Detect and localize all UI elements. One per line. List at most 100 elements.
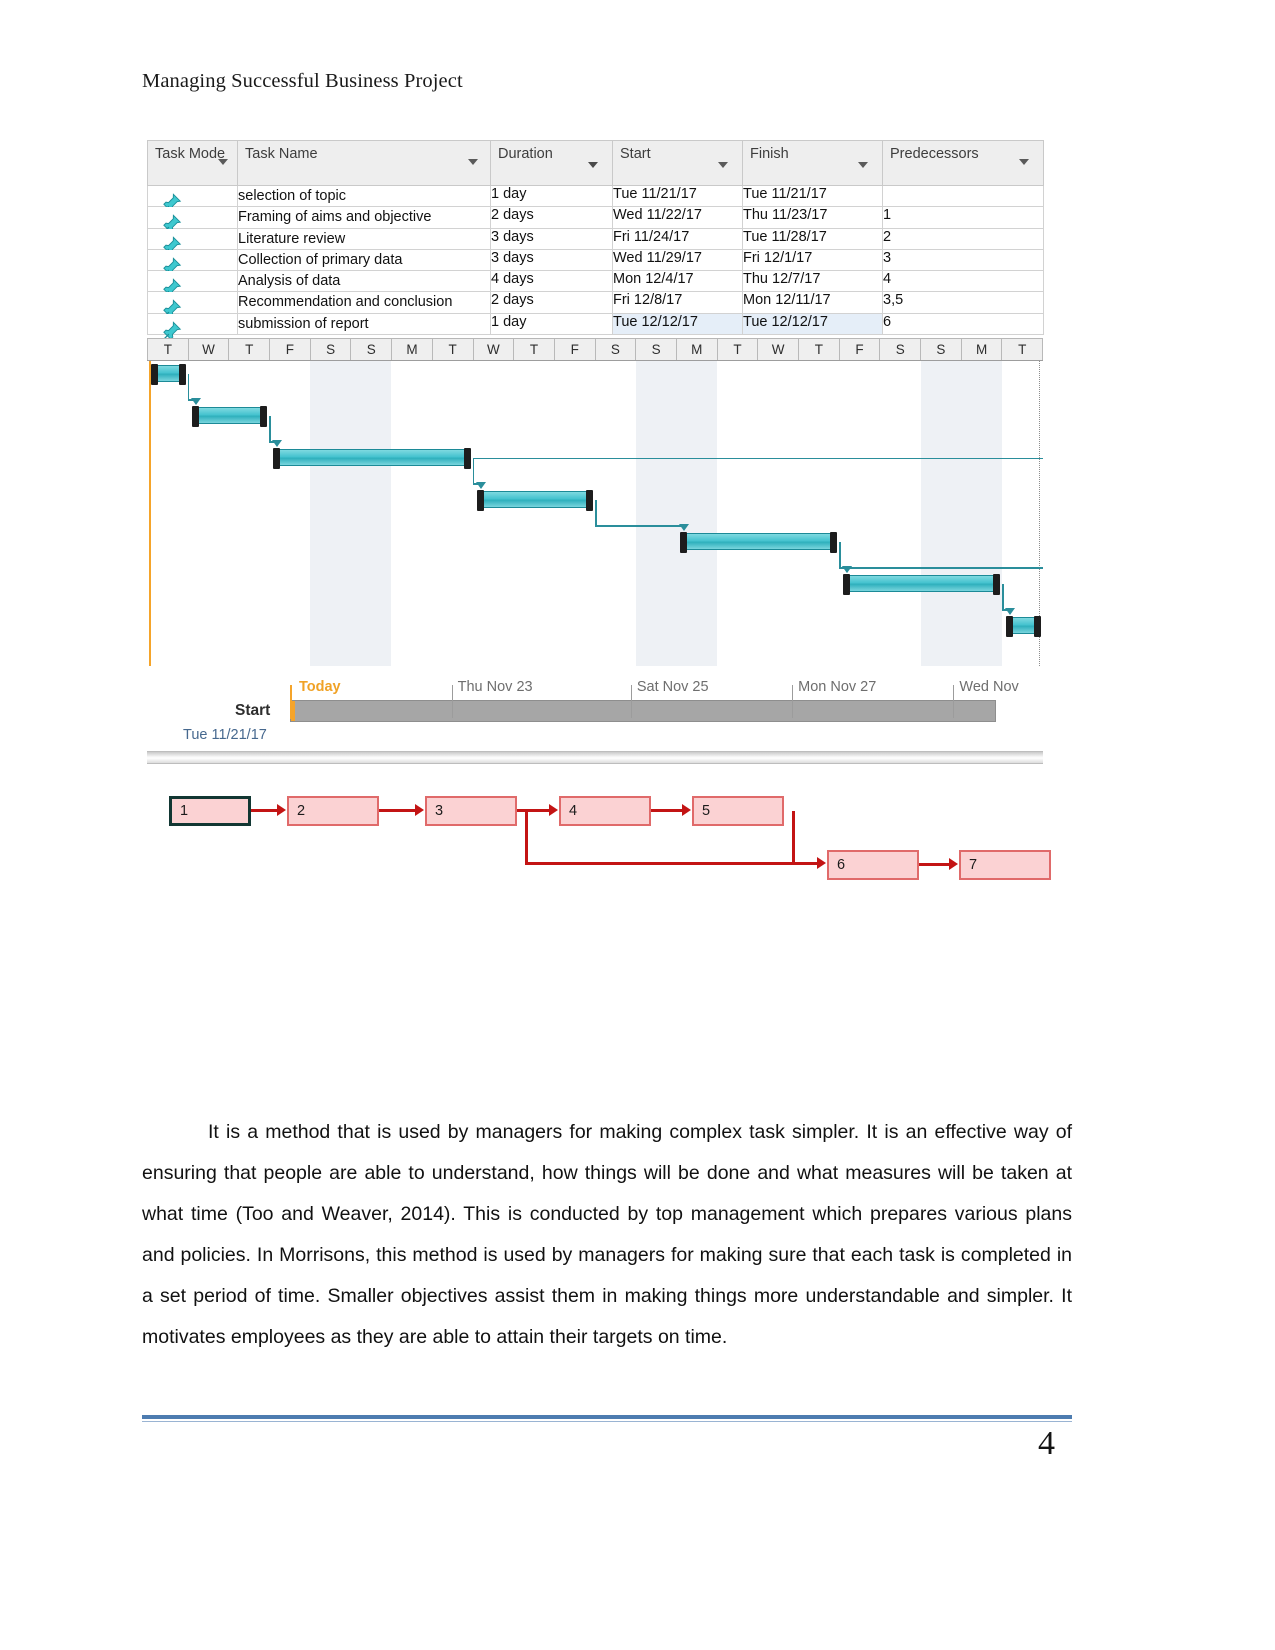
task-mode-cell[interactable] [147,312,238,340]
cell-duration[interactable]: 2 days [490,206,613,229]
chevron-down-icon[interactable] [218,159,228,165]
timeline-tick-label: Wed Nov [959,679,1019,696]
timescale-day: S [636,339,677,361]
task-mode-cell[interactable] [147,227,238,255]
gantt-bar[interactable] [1006,616,1041,638]
cell-predecessors[interactable]: 3 [882,248,1044,272]
gantt-bar[interactable] [273,448,471,470]
cell-finish[interactable]: Tue 11/28/17 [742,227,883,250]
cell-start[interactable]: Fri 12/8/17 [612,291,743,314]
network-node[interactable]: 4 [559,796,651,827]
column-header-start[interactable]: Start [612,140,743,186]
table-row[interactable]: submission of report 1 day Tue 12/12/17 Tue… [147,312,1044,340]
cell-predecessors[interactable]: 6 [882,312,1044,336]
network-node[interactable]: 6 [827,850,919,881]
cell-name[interactable]: selection of topic [237,184,491,208]
task-mode-cell[interactable] [147,206,238,234]
network-node[interactable]: 7 [959,850,1051,881]
gantt-bar[interactable] [476,490,594,512]
column-header-task-mode[interactable]: Task Mode [147,140,238,186]
cell-finish[interactable]: Fri 12/1/17 [742,248,883,272]
gantt-bar[interactable] [191,406,268,428]
chevron-down-icon[interactable] [718,162,728,168]
task-mode-cell[interactable] [147,248,238,276]
cell-start[interactable]: Fri 11/24/17 [612,227,743,250]
table-row[interactable]: Collection of primary data 3 days Wed 11/2… [147,248,1044,276]
network-link [651,809,683,813]
column-header-duration[interactable]: Duration [490,140,613,186]
network-node[interactable]: 1 [169,796,251,827]
cell-start[interactable]: Tue 12/12/17 [612,312,743,336]
timescale-day: W [473,339,515,361]
gantt-bars-area [147,361,1043,668]
cell-duration[interactable]: 3 days [490,227,613,250]
chevron-down-icon[interactable] [468,159,478,165]
chevron-down-icon[interactable] [858,162,868,168]
cell-finish[interactable]: Thu 11/23/17 [742,206,883,229]
cell-name[interactable]: Framing of aims and objective [237,206,491,229]
cell-predecessors[interactable] [882,184,1044,208]
task-mode-cell[interactable] [147,184,238,212]
cell-predecessors[interactable]: 2 [882,227,1044,250]
pane-divider[interactable] [147,751,1043,765]
cell-predecessors[interactable]: 3,5 [882,291,1044,314]
task-mode-cell[interactable] [147,291,238,319]
cell-finish[interactable]: Mon 12/11/17 [742,291,883,314]
cell-start[interactable]: Tue 11/21/17 [612,184,743,208]
network-node[interactable]: 5 [692,796,784,827]
table-row[interactable]: Analysis of data 4 days Mon 12/4/17 Thu 12/… [147,270,1044,297]
cell-predecessors[interactable]: 1 [882,206,1044,229]
body-paragraph: It is a method that is used by managers … [142,1120,1072,1348]
column-header-predecessors[interactable]: Predecessors [882,140,1044,186]
cell-duration[interactable]: 4 days [490,270,613,293]
cell-duration[interactable]: 1 day [490,184,613,208]
cell-predecessors[interactable]: 4 [882,270,1044,293]
timeline-tick [953,685,955,719]
gantt-link [839,541,841,569]
cell-finish[interactable]: Thu 12/7/17 [742,270,883,293]
chevron-down-icon[interactable] [588,162,598,168]
weekend-band [920,361,1003,667]
gantt-link [847,567,1043,569]
cell-finish[interactable]: Tue 11/21/17 [742,184,883,208]
table-row[interactable]: Recommendation and conclusion 2 days Fri 1… [147,291,1044,319]
today-line [149,361,151,667]
chevron-down-icon[interactable] [1019,159,1029,165]
task-mode-cell[interactable] [147,270,238,297]
gantt-link-arrow [272,440,283,448]
timeline-tick [630,685,632,719]
timescale-day: S [921,339,962,361]
column-header-task-name[interactable]: Task Name [237,140,491,186]
network-node[interactable]: 3 [425,796,517,827]
table-row[interactable]: selection of topic 1 day Tue 11/21/17 Tue 1… [147,184,1044,212]
network-node[interactable]: 2 [287,796,379,827]
timescale-day: S [880,339,922,361]
network-link [792,862,818,866]
cell-start[interactable]: Wed 11/29/17 [612,248,743,272]
network-link-arrow [817,857,826,870]
timeline-start-date: Tue 11/21/17 [183,727,267,744]
project-timeline: Start Tue 11/21/17 Today Thu Nov 23 Sat N… [147,667,1043,750]
cell-duration[interactable]: 3 days [490,248,613,272]
cell-name[interactable]: Recommendation and conclusion [237,291,491,314]
cell-name[interactable]: Collection of primary data [237,248,491,272]
gantt-bar[interactable] [680,532,838,554]
cell-start[interactable]: Mon 12/4/17 [612,270,743,293]
gantt-bar[interactable] [843,574,1001,596]
cell-name[interactable]: Literature review [237,227,491,250]
cell-name[interactable]: submission of report [237,312,491,336]
cell-duration[interactable]: 2 days [490,291,613,314]
timescale-day: S [310,339,352,361]
task-table-body: selection of topic 1 day Tue 11/21/17 Tue 1… [147,184,1044,340]
timeline-bar[interactable] [290,700,996,723]
network-link [525,862,818,866]
cell-finish[interactable]: Tue 12/12/17 [742,312,883,336]
cell-name[interactable]: Analysis of data [237,270,491,293]
gantt-bar[interactable] [151,364,186,386]
column-header-finish[interactable]: Finish [742,140,883,186]
gantt-link [472,457,1043,460]
table-row[interactable]: Framing of aims and objective 2 days Wed 1… [147,206,1044,234]
table-row[interactable]: Literature review 3 days Fri 11/24/17 Tue 1… [147,227,1044,255]
cell-duration[interactable]: 1 day [490,312,613,336]
cell-start[interactable]: Wed 11/22/17 [612,206,743,229]
